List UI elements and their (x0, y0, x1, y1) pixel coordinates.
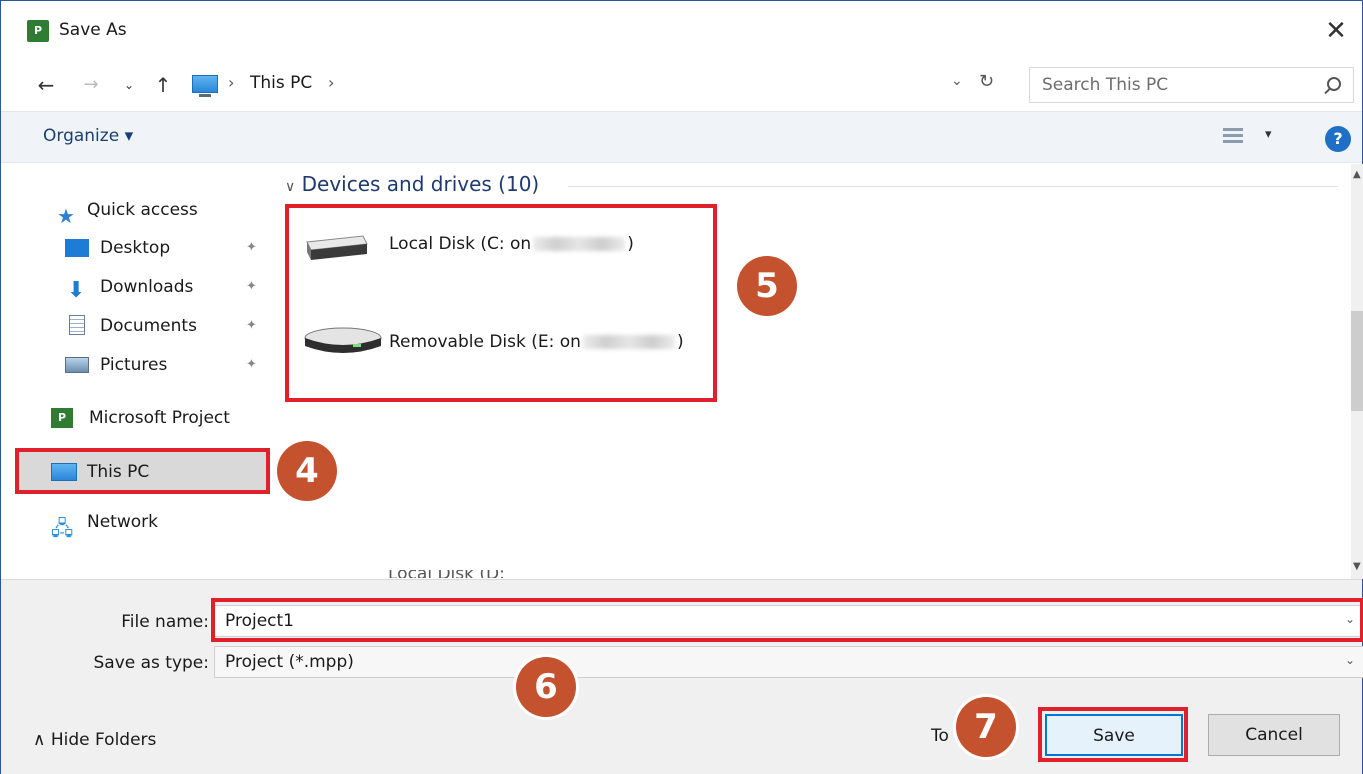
close-button[interactable]: ✕ (1318, 13, 1354, 49)
search-input[interactable]: Search This PC (1029, 67, 1354, 103)
save-as-dialog: P Save As ✕ ← → ⌄ ↑ › This PC › ⌄ ↻ Sear… (0, 0, 1363, 774)
sidebar-item-downloads[interactable]: ⬇ Downloads (65, 269, 275, 305)
pin-icon[interactable]: ✦ (246, 279, 257, 294)
save-type-label: Save as type: (93, 653, 209, 673)
hide-folders-button[interactable]: ∧ Hide Folders (33, 730, 156, 750)
view-options-icon[interactable] (1223, 128, 1243, 146)
project-app-icon: P (27, 20, 49, 42)
save-type-select[interactable]: Project (*.mpp) ⌄ (214, 646, 1363, 678)
step-badge-7: 7 (956, 697, 1016, 757)
scrollbar-thumb[interactable] (1351, 311, 1363, 411)
help-icon[interactable]: ? (1325, 126, 1351, 152)
breadcrumb-separator[interactable]: › (228, 73, 234, 92)
save-type-value: Project (*.mpp) (225, 652, 354, 672)
sidebar-item-pictures[interactable]: Pictures (65, 347, 275, 383)
star-icon: ★ (57, 204, 75, 228)
step-badge-5: 5 (737, 256, 797, 316)
download-icon: ⬇ (67, 278, 86, 303)
desktop-icon (65, 239, 89, 257)
scroll-down-icon[interactable]: ▼ (1353, 561, 1361, 572)
project-icon: P (51, 408, 73, 428)
chevron-down-icon[interactable]: ⌄ (1345, 653, 1355, 667)
step-badge-4: 4 (277, 441, 337, 501)
devices-group-header[interactable]: ∨ Devices and drives (10) (285, 172, 539, 196)
pin-icon[interactable]: ✦ (246, 318, 257, 333)
sidebar-item-label: Microsoft Project (89, 408, 230, 428)
sidebar-item-desktop[interactable]: Desktop (65, 230, 275, 266)
tools-menu[interactable]: To (931, 726, 949, 746)
sidebar-item-label: Downloads (100, 277, 194, 297)
pin-icon[interactable]: ✦ (246, 357, 257, 372)
up-button[interactable]: ↑ (151, 69, 175, 101)
navigation-bar: ← → ⌄ ↑ › This PC › ⌄ ↻ Search This PC (1, 61, 1362, 109)
document-icon (69, 315, 85, 335)
command-bar: Organize ▾ ▾ ? (1, 111, 1362, 163)
back-button[interactable]: ← (31, 69, 61, 101)
view-dropdown-icon[interactable]: ▾ (1265, 127, 1272, 142)
cancel-button[interactable]: Cancel (1208, 714, 1340, 756)
step-badge-6: 6 (516, 657, 576, 717)
scroll-up-icon[interactable]: ▲ (1353, 169, 1361, 180)
recent-locations-button[interactable]: ⌄ (119, 69, 139, 101)
organize-menu[interactable]: Organize ▾ (43, 126, 133, 146)
sidebar-item-label: Desktop (100, 238, 171, 258)
group-divider (568, 186, 1338, 187)
address-dropdown-icon[interactable]: ⌄ (951, 73, 963, 89)
sidebar-item-label: Quick access (87, 200, 198, 220)
pc-icon (192, 75, 218, 97)
highlight-file-name (211, 598, 1363, 642)
sidebar-item-label: Pictures (100, 355, 168, 375)
highlight-drives (285, 204, 717, 402)
refresh-icon[interactable]: ↻ (979, 71, 994, 92)
breadcrumb-separator[interactable]: › (328, 73, 334, 92)
sidebar-item-documents[interactable]: Documents (65, 308, 275, 344)
navigation-pane: ★ Quick access Desktop ✦ ⬇ Downloads ✦ D… (1, 164, 273, 579)
search-icon[interactable] (1327, 77, 1341, 91)
highlight-save-button (1038, 707, 1188, 762)
address-bar[interactable]: › This PC › ⌄ ↻ (186, 67, 1011, 103)
pictures-icon (65, 357, 89, 373)
pin-icon[interactable]: ✦ (246, 240, 257, 255)
forward-button[interactable]: → (77, 69, 105, 101)
title-bar: P Save As ✕ (1, 1, 1362, 61)
breadcrumb-this-pc[interactable]: This PC (250, 73, 312, 93)
group-title: Devices and drives (10) (301, 172, 540, 196)
search-placeholder: Search This PC (1042, 75, 1169, 95)
window-title: Save As (59, 20, 127, 40)
sidebar-item-label: Documents (100, 316, 197, 336)
cut-off-item-label: Local Disk (D: (388, 570, 518, 578)
sidebar-item-label: Network (87, 512, 158, 532)
chevron-down-icon[interactable]: ∨ (285, 179, 295, 195)
network-icon: 🖧 (51, 516, 74, 540)
file-name-label: File name: (121, 612, 209, 632)
highlight-this-pc (15, 448, 270, 494)
